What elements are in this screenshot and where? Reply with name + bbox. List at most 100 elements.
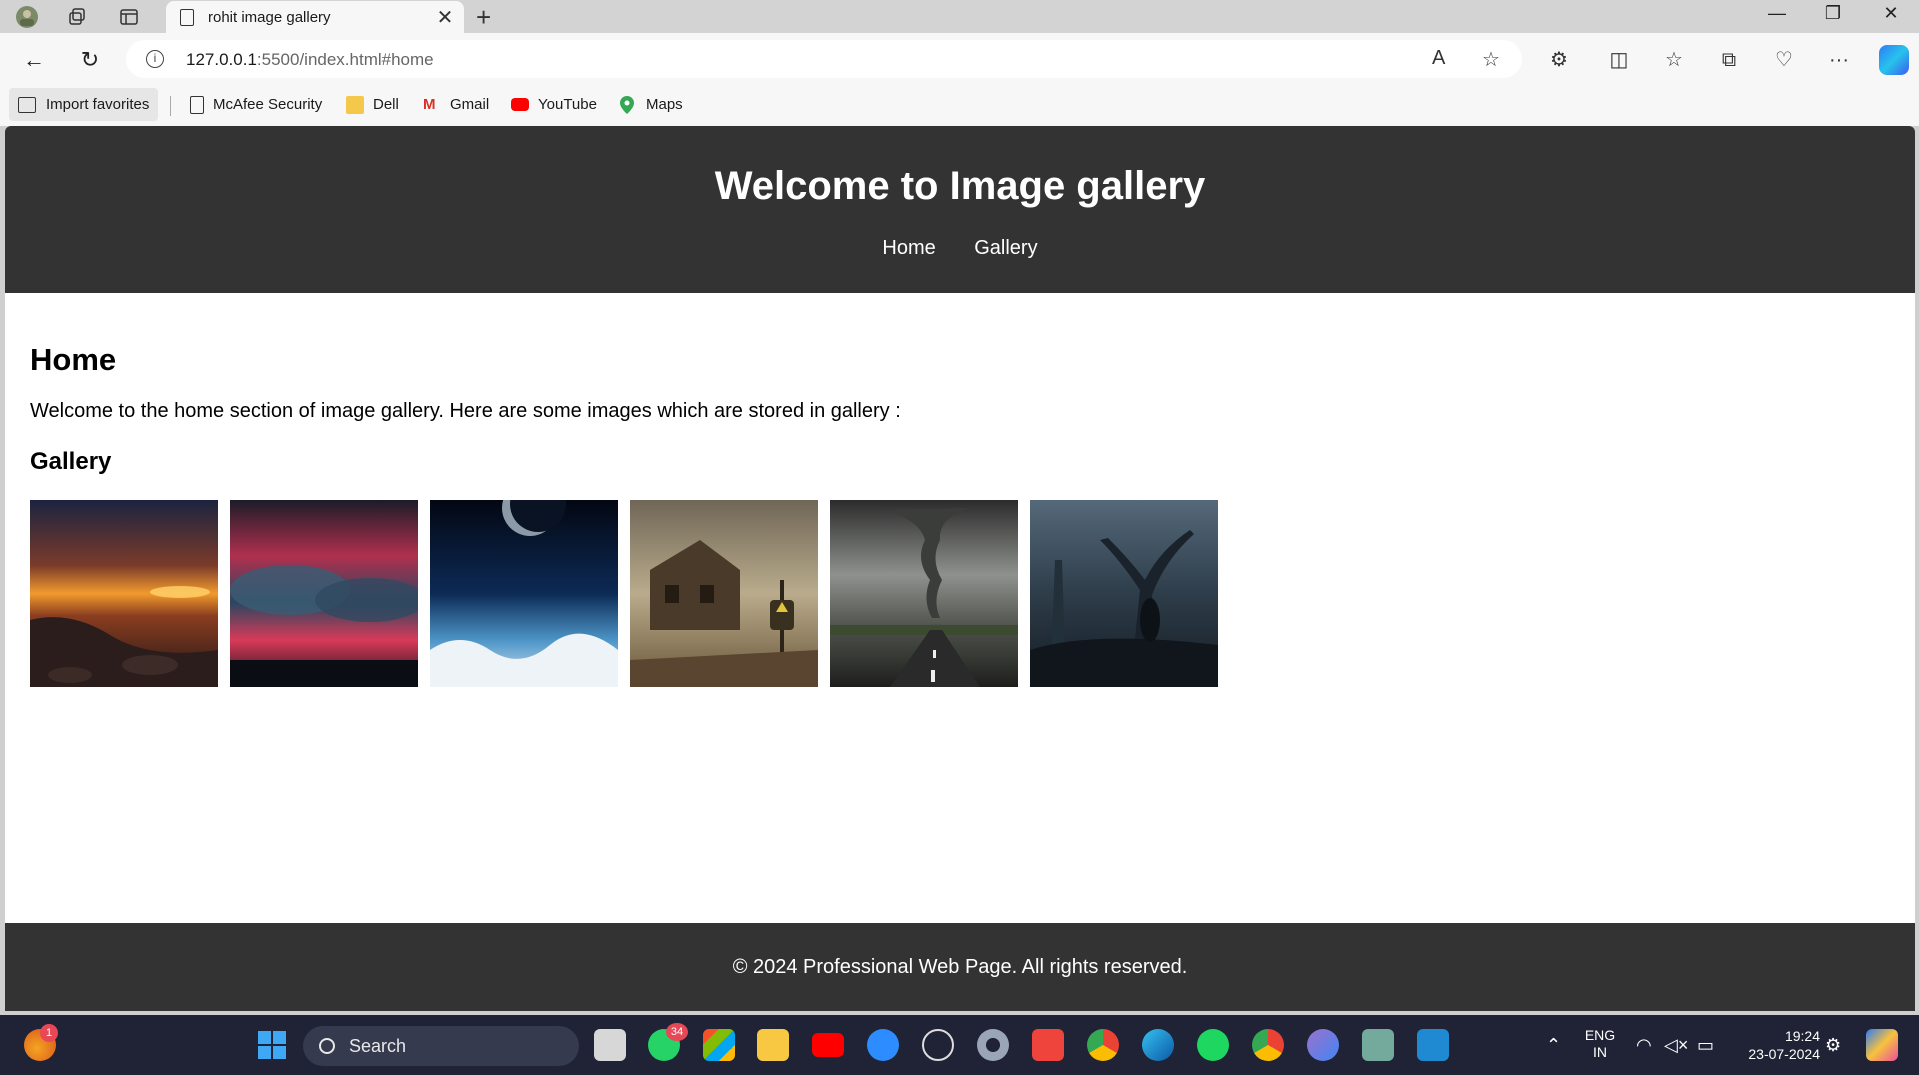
folder-icon [346, 95, 364, 114]
microsoft-store-icon[interactable] [703, 1029, 735, 1061]
file-explorer-icon[interactable] [757, 1029, 789, 1061]
favorite-label: Gmail [450, 96, 490, 113]
taskbar-search-box[interactable]: Search [303, 1026, 579, 1066]
vscode-icon[interactable] [1417, 1029, 1449, 1061]
site-info-icon[interactable]: i [146, 50, 164, 68]
site-nav: Home Gallery [5, 237, 1915, 260]
chrome-icon[interactable] [1087, 1029, 1119, 1061]
battery-icon[interactable]: ▭ [1697, 1035, 1714, 1056]
clock-time: 19:24 [1784, 1028, 1820, 1044]
gallery-image-abandoned-house[interactable] [630, 500, 818, 687]
site-footer: © 2024 Professional Web Page. All rights… [5, 923, 1915, 1011]
favorite-dell[interactable]: Dell [346, 88, 399, 121]
image-gallery [30, 500, 1218, 687]
edge-icon[interactable] [1142, 1029, 1174, 1061]
active-tab[interactable]: rohit image gallery ✕ [166, 1, 464, 33]
more-menu-icon[interactable]: ··· [1824, 45, 1854, 75]
volume-muted-icon[interactable]: ◁× [1664, 1035, 1688, 1056]
clock-date: 23-07-2024 [1748, 1046, 1820, 1062]
notifications-icon[interactable]: ⚙ [1825, 1035, 1841, 1056]
nav-link-gallery[interactable]: Gallery [974, 237, 1037, 259]
language-line2: IN [1593, 1044, 1607, 1060]
favorite-maps[interactable]: Maps [619, 88, 683, 121]
address-bar[interactable]: i 127.0.0.1:5500/index.html#home A ☆ [126, 40, 1522, 78]
browser-essentials-icon[interactable]: ♡ [1769, 45, 1799, 75]
refresh-icon[interactable]: ↻ [75, 45, 105, 75]
workspaces-icon[interactable] [64, 4, 90, 30]
gallery-image-planet-clouds[interactable] [430, 500, 618, 687]
youtube-icon [511, 98, 529, 111]
gallery-image-red-storm[interactable] [230, 500, 418, 687]
favorites-separator [170, 96, 171, 116]
browser-title-bar: rohit image gallery ✕ + — ❐ ✕ [0, 0, 1919, 33]
favorite-label: McAfee Security [213, 96, 323, 113]
back-icon[interactable]: ← [19, 45, 49, 75]
vertical-tabs-icon[interactable] [116, 4, 142, 30]
collections-icon[interactable]: ⧉ [1714, 45, 1744, 75]
close-tab-icon[interactable]: ✕ [432, 5, 458, 30]
favorite-label: Maps [646, 96, 683, 113]
notification-badge: 1 [40, 1024, 58, 1042]
anydesk-icon[interactable] [1032, 1029, 1064, 1061]
home-intro-text: Welcome to the home section of image gal… [30, 400, 901, 422]
language-indicator[interactable]: ENG IN [1582, 1027, 1618, 1061]
minimize-icon[interactable]: — [1752, 3, 1802, 29]
task-view-icon[interactable] [594, 1029, 626, 1061]
gallery-image-tornado-road[interactable] [830, 500, 1018, 687]
gallery-heading: Gallery [30, 448, 112, 475]
gallery-image-dark-forest[interactable] [1030, 500, 1218, 687]
whatsapp-badge: 34 [666, 1023, 688, 1041]
gmail-icon: M [423, 95, 436, 113]
url-host: 127.0.0.1 [186, 50, 257, 69]
wifi-icon[interactable]: ◠ [1636, 1035, 1652, 1056]
favorite-label: Dell [373, 96, 399, 113]
site-title: Welcome to Image gallery [714, 164, 1206, 208]
settings-icon[interactable] [977, 1029, 1009, 1061]
site-header: Welcome to Image gallery Home Gallery [5, 126, 1915, 293]
import-icon [18, 96, 36, 113]
favorite-mcafee[interactable]: McAfee Security [190, 88, 322, 121]
gallery-image-sunset-beach[interactable] [30, 500, 218, 687]
home-heading: Home [30, 342, 117, 377]
dell-icon[interactable] [922, 1029, 954, 1061]
copilot-icon[interactable] [1879, 45, 1909, 75]
url-text[interactable]: 127.0.0.1:5500/index.html#home [186, 50, 434, 70]
windows-taskbar: 1 Search 34 ⌃ ENG IN ◠ ◁× ▭ 19:24 23-07-… [0, 1015, 1919, 1075]
restore-icon[interactable]: ❐ [1808, 3, 1858, 29]
windows-start-icon[interactable] [256, 1029, 288, 1061]
chrome-profile-icon[interactable] [1252, 1029, 1284, 1061]
import-favorites-label: Import favorites [46, 96, 150, 113]
new-tab-icon[interactable]: + [476, 2, 491, 33]
maps-pin-icon [619, 95, 637, 114]
language-line1: ENG [1584, 1027, 1616, 1043]
favorite-youtube[interactable]: YouTube [511, 88, 597, 121]
favorite-label: YouTube [538, 96, 597, 113]
split-screen-icon[interactable]: ◫ [1604, 45, 1634, 75]
favorites-bar: Import favorites McAfee Security Dell M … [0, 86, 1919, 126]
tab-title: rohit image gallery [208, 8, 331, 26]
clock[interactable]: 19:24 23-07-2024 [1730, 1027, 1820, 1063]
chatgpt-icon[interactable] [1362, 1029, 1394, 1061]
gemini-icon[interactable] [1307, 1029, 1339, 1061]
close-window-icon[interactable]: ✕ [1866, 3, 1916, 29]
youtube-app-icon[interactable] [812, 1033, 844, 1057]
url-path: :5500/index.html#home [256, 50, 434, 69]
page-viewport: Welcome to Image gallery Home Gallery Ho… [5, 126, 1915, 1011]
search-icon [319, 1038, 335, 1054]
browser-toolbar: ← ↻ i 127.0.0.1:5500/index.html#home A ☆… [0, 33, 1919, 86]
nav-link-home[interactable]: Home [882, 237, 935, 259]
taskbar-search-label: Search [349, 1035, 407, 1056]
spotify-icon[interactable] [1197, 1029, 1229, 1061]
import-favorites-button[interactable]: Import favorites [9, 88, 159, 121]
zoom-icon[interactable] [867, 1029, 899, 1061]
copilot-taskbar-icon[interactable] [1866, 1029, 1898, 1061]
read-aloud-icon[interactable]: A [1432, 47, 1445, 70]
favorite-gmail[interactable]: M Gmail [423, 88, 489, 121]
page-icon [190, 95, 204, 114]
favorites-icon[interactable]: ☆ [1659, 45, 1689, 75]
extensions-icon[interactable]: ⚙ [1544, 45, 1574, 75]
favorite-star-icon[interactable]: ☆ [1482, 47, 1500, 72]
profile-icon[interactable] [14, 4, 40, 30]
show-hidden-icons-icon[interactable]: ⌃ [1546, 1035, 1561, 1056]
page-icon [180, 8, 194, 26]
